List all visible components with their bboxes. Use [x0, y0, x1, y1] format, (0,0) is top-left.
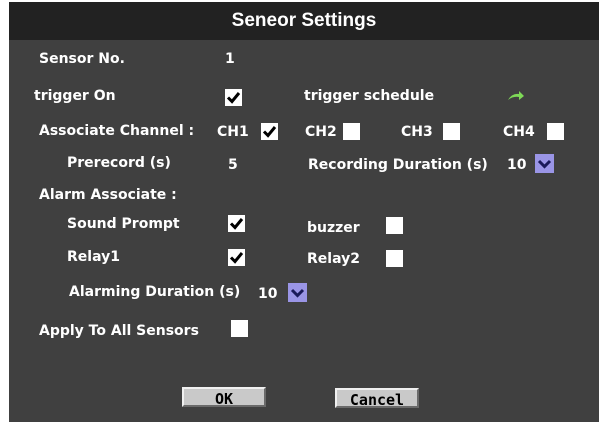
green-arrow-icon[interactable] — [507, 90, 525, 102]
ch2-label: CH2 — [305, 124, 337, 140]
relay2-checkbox[interactable] — [386, 250, 403, 267]
buzzer-checkbox[interactable] — [386, 217, 403, 234]
recording-duration-label: Recording Duration (s) — [308, 157, 488, 173]
buzzer-label: buzzer — [307, 220, 360, 236]
ch3-checkbox[interactable] — [443, 123, 460, 140]
alarming-duration-value: 10 — [258, 286, 278, 302]
trigger-on-checkbox[interactable] — [225, 89, 242, 106]
prerecord-label: Prerecord (s) — [67, 155, 171, 171]
sensor-settings-dialog: Seneor Settings Sensor No. 1 trigger On … — [9, 2, 599, 422]
ok-button[interactable]: OK — [182, 387, 266, 408]
relay2-label: Relay2 — [307, 251, 360, 267]
alarming-duration-dropdown[interactable] — [288, 283, 307, 302]
ch1-label: CH1 — [217, 124, 249, 140]
ch4-checkbox[interactable] — [547, 123, 564, 140]
ch2-checkbox[interactable] — [343, 123, 360, 140]
checkmark-icon — [226, 92, 241, 104]
apply-all-checkbox[interactable] — [231, 320, 248, 337]
checkmark-icon — [229, 252, 244, 264]
relay1-label: Relay1 — [67, 249, 120, 265]
ch3-label: CH3 — [401, 124, 433, 140]
dialog-title: Seneor Settings — [9, 2, 599, 40]
checkmark-icon — [262, 126, 277, 138]
trigger-schedule-label: trigger schedule — [304, 88, 435, 104]
alarming-duration-label: Alarming Duration (s) — [69, 284, 241, 300]
sensor-no-label: Sensor No. — [39, 51, 125, 67]
sound-prompt-label: Sound Prompt — [67, 216, 180, 232]
recording-duration-dropdown[interactable] — [535, 154, 554, 173]
alarm-associate-label: Alarm Associate : — [39, 187, 177, 203]
sensor-no-value: 1 — [225, 51, 235, 67]
recording-duration-value: 10 — [507, 157, 527, 173]
cancel-button[interactable]: Cancel — [335, 388, 419, 409]
ch4-label: CH4 — [503, 124, 535, 140]
checkmark-icon — [229, 218, 244, 230]
apply-all-label: Apply To All Sensors — [39, 323, 199, 339]
chevron-down-icon — [537, 159, 552, 169]
associate-channel-label: Associate Channel : — [39, 123, 195, 139]
trigger-on-label: trigger On — [34, 88, 116, 104]
sound-prompt-checkbox[interactable] — [228, 215, 245, 232]
relay1-checkbox[interactable] — [228, 249, 245, 266]
chevron-down-icon — [290, 288, 305, 298]
ch1-checkbox[interactable] — [261, 123, 278, 140]
prerecord-value: 5 — [228, 157, 238, 173]
